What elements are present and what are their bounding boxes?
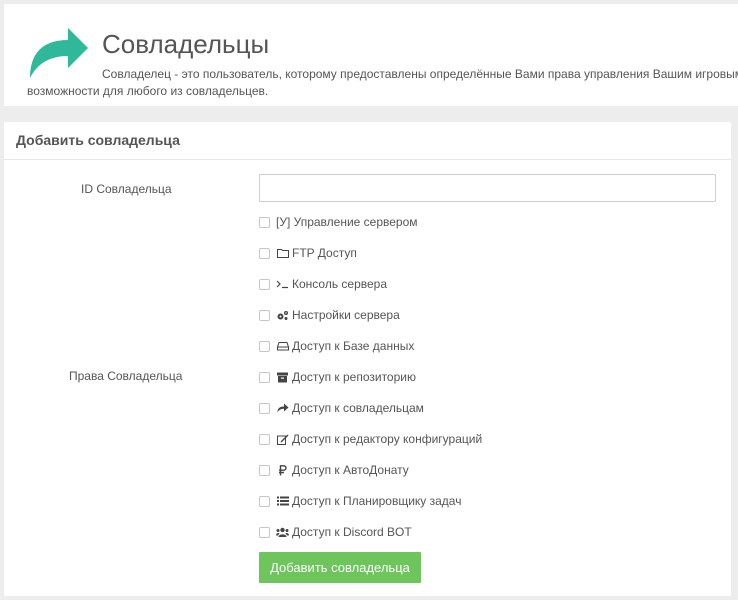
permission-label: Настройки сервера [292,308,400,322]
description-line-2: возможности для любого из совладельцев. [27,84,269,98]
rights-label: Права Совладельца [69,369,183,383]
add-coowner-panel: Добавить совладельца ID Совладельца Прав… [4,122,731,596]
page-header: Совладельцы Совладелец - это пользовател… [4,4,738,106]
permission-server-control[interactable]: [У] Управление сервером [259,214,418,230]
id-label: ID Совладельца [81,182,172,196]
checkbox[interactable] [259,278,270,290]
permission-database[interactable]: Доступ к Базе данных [259,338,414,354]
checkbox[interactable] [259,371,270,383]
permission-ftp[interactable]: FTP Доступ [259,245,357,261]
edit-icon [276,433,289,445]
coowner-id-input[interactable] [259,174,716,202]
permission-console[interactable]: Консоль сервера [259,276,387,292]
checkbox[interactable] [259,495,270,507]
permission-label: Доступ к Планировщику задач [292,494,462,508]
add-coowner-button[interactable]: Добавить совладельца [259,552,421,583]
checkbox[interactable] [259,464,270,476]
permission-label: Доступ к Discord BOT [292,525,412,539]
gears-icon [276,309,289,321]
permission-autodonate[interactable]: Доступ к АвтоДонату [259,462,409,478]
page-description: Совладелец - это пользователь, которому … [27,66,738,100]
permission-repository[interactable]: Доступ к репозиторию [259,369,416,385]
list-icon [276,495,289,507]
checkbox[interactable] [259,526,270,538]
permission-label: [У] Управление сервером [276,215,418,229]
permission-coowners[interactable]: Доступ к совладельцам [259,400,424,416]
terminal-icon [276,278,289,290]
folder-icon [276,247,289,259]
share-icon [276,402,289,414]
permission-settings[interactable]: Настройки сервера [259,307,400,323]
checkbox[interactable] [259,247,270,259]
checkbox[interactable] [259,309,270,321]
page-title: Совладельцы [102,29,270,59]
permission-label: Доступ к репозиторию [292,370,416,384]
permission-label: Доступ к АвтоДонату [292,463,409,477]
permission-discord-bot[interactable]: Доступ к Discord BOT [259,524,412,540]
permission-config-editor[interactable]: Доступ к редактору конфигураций [259,431,482,447]
description-line-1: Совладелец - это пользователь, которому … [102,67,738,81]
permission-label: Доступ к совладельцам [292,401,424,415]
checkbox[interactable] [259,216,270,228]
permission-label: FTP Доступ [292,246,357,260]
permission-label: Консоль сервера [292,277,388,291]
archive-icon [276,371,289,383]
hdd-icon [276,340,289,352]
checkbox[interactable] [259,433,270,445]
checkbox[interactable] [259,402,270,414]
permission-scheduler[interactable]: Доступ к Планировщику задач [259,493,461,509]
permission-label: Доступ к редактору конфигураций [292,432,483,446]
panel-heading: Добавить совладельца [4,122,731,160]
ruble-icon [276,464,289,476]
checkbox[interactable] [259,340,270,352]
users-icon [276,526,289,538]
permission-label: Доступ к Базе данных [292,339,415,353]
